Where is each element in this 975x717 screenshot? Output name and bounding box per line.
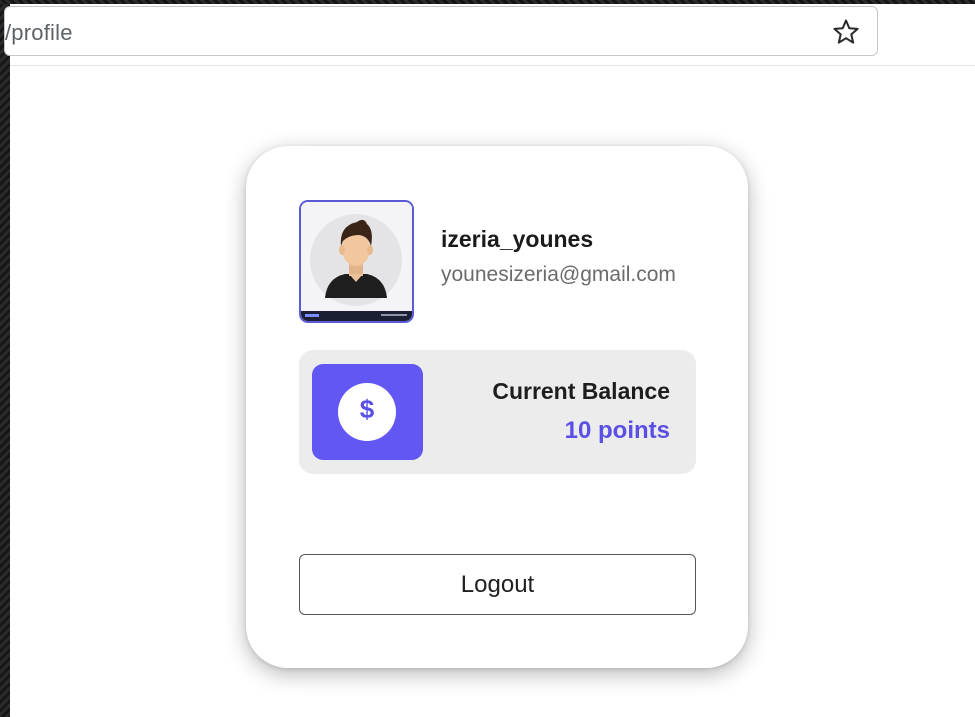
user-avatar-icon [301, 202, 412, 321]
username: izeria_younes [441, 226, 594, 252]
avatar [299, 200, 414, 323]
balance-panel: $ Current Balance 10 points [299, 350, 696, 474]
browser-viewport: /profile izeria_younes younesizeria@gmai… [4, 4, 975, 717]
dollar-coin-icon: $ [312, 364, 423, 460]
url-text[interactable]: /profile [5, 20, 73, 46]
browser-toolbar: /profile [4, 4, 975, 66]
email: younesizeria@gmail.com [441, 263, 676, 286]
dollar-icon: $ [359, 394, 375, 424]
address-bar[interactable]: /profile [4, 6, 878, 56]
profile-card: izeria_younes younesizeria@gmail.com $ C… [246, 146, 748, 668]
bookmark-star-icon[interactable] [831, 17, 861, 47]
balance-title: Current Balance [492, 378, 670, 404]
window-edge-left [0, 0, 10, 717]
balance-value: 10 points [564, 417, 670, 444]
logout-button[interactable]: Logout [299, 554, 696, 615]
coin-circle: $ [338, 383, 396, 441]
